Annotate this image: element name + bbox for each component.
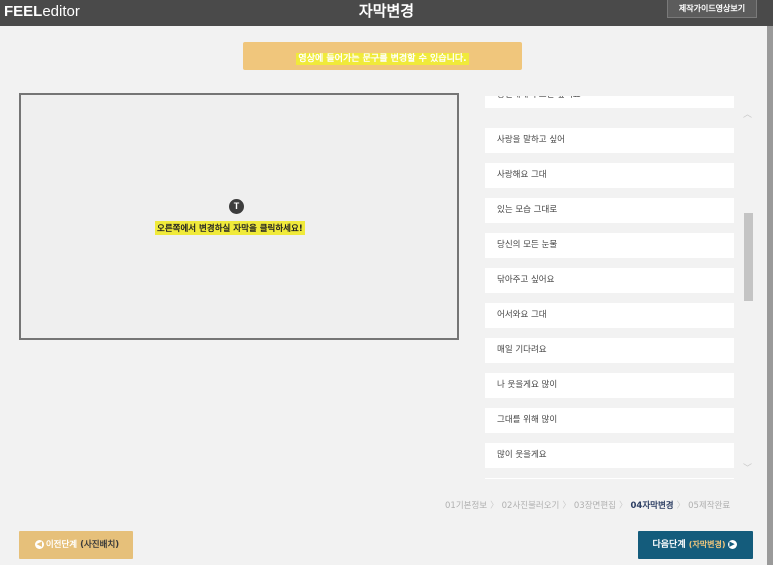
step-2: 02사진불러오기 [501, 501, 560, 511]
text-icon: T [229, 199, 244, 214]
subtitle-item[interactable]: 당신에게 주고만 싶어요 [485, 96, 734, 108]
window-edge [767, 26, 773, 565]
next-step-sub: (자막변경) [688, 540, 726, 549]
next-step-button[interactable]: 다음단계 (자막변경) ▶ [638, 531, 753, 559]
top-bar: FEELeditor 자막변경 제작가이드영상보기 [0, 0, 773, 26]
subtitle-item[interactable]: 닦아주고 싶어요 [485, 268, 734, 293]
subtitle-item[interactable]: 매일 기다려요 [485, 338, 734, 363]
subtitle-scrollbar[interactable]: ︿ ﹀ [742, 96, 753, 479]
video-preview: T 오른쪽에서 변경하실 자막을 클릭하세요! [19, 93, 459, 340]
page-title: 자막변경 [358, 2, 415, 20]
step-separator: 〉 [676, 501, 686, 511]
step-3: 03장면편집 [573, 501, 616, 511]
subtitle-item[interactable]: 사랑을 말하고 싶어 [485, 128, 734, 153]
step-4-active: 04자막변경 [630, 501, 674, 511]
arrow-right-icon: ▶ [727, 540, 737, 549]
subtitle-item[interactable]: 당신의 모든 눈물 [485, 233, 734, 258]
step-separator: 〉 [562, 501, 571, 511]
step-separator: 〉 [619, 501, 628, 511]
scroll-up-icon[interactable]: ︿ [742, 110, 753, 120]
step-separator: 〉 [490, 501, 499, 511]
arrow-left-icon: ◀ [34, 540, 44, 549]
subtitle-item[interactable]: 그대를 위해 많이 [485, 408, 734, 433]
prev-step-label: 이전단계 [45, 540, 78, 550]
subtitle-item[interactable]: 있는 모습 그대로 [485, 198, 734, 223]
preview-hint: 오른쪽에서 변경하실 자막을 클릭하세요! [155, 221, 305, 235]
step-1: 01기본정보 [445, 501, 488, 511]
subtitle-item[interactable]: 사랑해요 그대 [485, 163, 734, 188]
subtitle-item[interactable]: 어서와요 그대 [485, 303, 734, 328]
subtitle-item[interactable] [485, 478, 734, 479]
subtitle-item[interactable]: 많이 웃을게요 [485, 443, 734, 468]
prev-step-sub: (사진배치) [80, 540, 120, 550]
notice-text: 영상에 들어가는 문구를 변경할 수 있습니다. [296, 53, 469, 65]
guide-video-button[interactable]: 제작가이드영상보기 [667, 0, 757, 18]
step-5: 05제작완료 [688, 501, 731, 511]
scroll-down-icon[interactable]: ﹀ [742, 464, 753, 474]
subtitle-list[interactable]: 당신에게 주고만 싶어요 사랑을 말하고 싶어 사랑해요 그대 있는 모습 그대… [485, 96, 735, 479]
prev-step-button[interactable]: ◀ 이전단계 (사진배치) [19, 531, 133, 559]
notice-banner: 영상에 들어가는 문구를 변경할 수 있습니다. [243, 42, 522, 70]
next-step-label: 다음단계 [652, 540, 686, 550]
scrollbar-thumb[interactable] [744, 213, 753, 301]
step-breadcrumb: 01기본정보 〉 02사진불러오기 〉 03장면편집 〉 04자막변경 〉 05제작완료 [445, 499, 755, 511]
subtitle-item[interactable]: 나 웃을게요 많이 [485, 373, 734, 398]
